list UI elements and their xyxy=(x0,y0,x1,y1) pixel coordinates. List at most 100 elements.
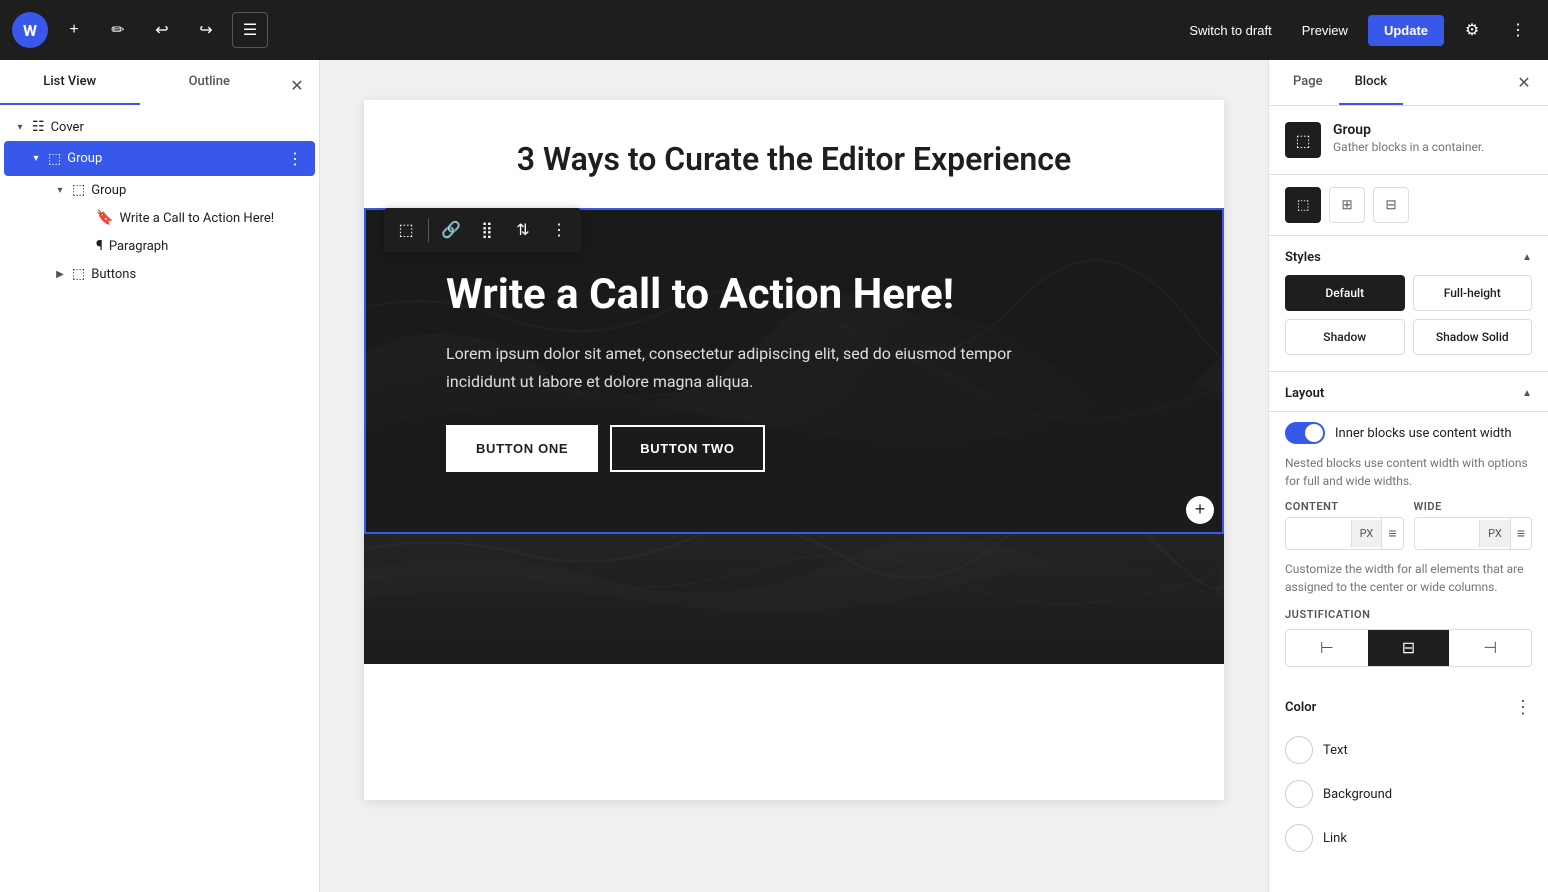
add-block-button[interactable]: + xyxy=(56,12,92,48)
style-icon-row[interactable]: ⊞ xyxy=(1329,187,1365,223)
tab-list-view[interactable]: List View xyxy=(0,60,140,105)
justification-label: JUSTIFICATION xyxy=(1285,608,1532,621)
block-options-button[interactable]: ⋮ xyxy=(541,212,577,248)
style-shadow[interactable]: Shadow xyxy=(1285,319,1405,355)
block-toolbar: ⬚ 🔗 ⣿ ⇅ ⋮ xyxy=(384,208,581,252)
content-width-input[interactable] xyxy=(1286,519,1351,548)
block-type-icon: ⬚ xyxy=(1295,131,1310,150)
block-info-text: Group Gather blocks in a container. xyxy=(1333,122,1484,154)
layout-section: Inner blocks use content width Nested bl… xyxy=(1269,411,1548,683)
close-icon: ✕ xyxy=(290,76,303,96)
link-icon: 🔗 xyxy=(441,220,461,240)
group-icon-btn[interactable]: ⬚ xyxy=(388,212,424,248)
background-color-circle[interactable] xyxy=(1285,780,1313,808)
redo-button[interactable]: ↪ xyxy=(188,12,224,48)
wide-label: WIDE xyxy=(1414,500,1533,513)
content-align-icon[interactable]: ≡ xyxy=(1381,518,1402,549)
link-color-label: Link xyxy=(1323,831,1347,846)
add-icon: + xyxy=(1195,499,1206,520)
tree-item-cover[interactable]: ▾ ☷ Cover xyxy=(4,113,315,141)
justify-center-button[interactable]: ⊟ xyxy=(1368,630,1450,666)
sidebar-close-button[interactable]: ✕ xyxy=(279,68,315,104)
cover-heading[interactable]: Write a Call to Action Here! xyxy=(446,270,1142,320)
style-full-height[interactable]: Full-height xyxy=(1413,275,1533,311)
heading-icon: 🔖 xyxy=(96,210,113,226)
right-sidebar-close[interactable]: ✕ xyxy=(1508,67,1540,99)
tab-outline[interactable]: Outline xyxy=(140,60,280,105)
preview-button[interactable]: Preview xyxy=(1292,17,1358,44)
style-icon-group[interactable]: ⬚ xyxy=(1285,187,1321,223)
close-icon: ✕ xyxy=(1517,73,1530,93)
wide-input-row: PX ≡ xyxy=(1414,517,1533,550)
content-input-row: PX ≡ xyxy=(1285,517,1404,550)
text-color-circle[interactable] xyxy=(1285,736,1313,764)
redo-icon: ↪ xyxy=(199,20,212,40)
tree-label-group1: Group xyxy=(67,151,283,166)
edit-button[interactable]: ✏ xyxy=(100,12,136,48)
tree-item-write-cta[interactable]: ▾ 🔖 Write a Call to Action Here! xyxy=(4,204,315,232)
width-inputs: CONTENT PX ≡ WIDE PX ≡ xyxy=(1285,500,1532,550)
tab-block[interactable]: Block xyxy=(1339,60,1403,105)
lower-cover-block[interactable] xyxy=(364,534,1224,664)
inner-blocks-toggle[interactable] xyxy=(1285,422,1325,444)
add-icon: + xyxy=(69,21,78,39)
buttons-icon: ⬚ xyxy=(72,266,85,282)
canvas-area[interactable]: 3 Ways to Curate the Editor Experience ⬚… xyxy=(320,60,1268,892)
tree-label-cover: Cover xyxy=(51,120,307,135)
drag-handle[interactable]: ⣿ xyxy=(469,212,505,248)
tree-toggle-cover[interactable]: ▾ xyxy=(12,119,28,135)
sidebar-tab-row: List View Outline ✕ xyxy=(0,60,319,105)
link-color-circle[interactable] xyxy=(1285,824,1313,852)
wide-unit: PX xyxy=(1479,520,1510,547)
button-one[interactable]: BUTTON ONE xyxy=(446,425,598,472)
tree-more-group1[interactable]: ⋮ xyxy=(283,147,307,170)
styles-section-header[interactable]: Styles ▲ xyxy=(1269,236,1548,275)
group2-icon: ⬚ xyxy=(72,182,85,198)
style-shadow-solid[interactable]: Shadow Solid xyxy=(1413,319,1533,355)
tree-toggle-group1[interactable]: ▾ xyxy=(28,151,44,167)
layout-section-header[interactable]: Layout ▲ xyxy=(1269,371,1548,411)
page-title[interactable]: 3 Ways to Curate the Editor Experience xyxy=(364,100,1224,208)
list-view-button[interactable]: ☰ xyxy=(232,12,268,48)
tab-page[interactable]: Page xyxy=(1277,60,1339,105)
cover-paragraph[interactable]: Lorem ipsum dolor sit amet, consectetur … xyxy=(446,340,1026,394)
block-info-icon: ⬚ xyxy=(1285,122,1321,158)
justify-left-icon: ⊢ xyxy=(1320,638,1334,658)
settings-icon: ⚙ xyxy=(1465,20,1479,40)
move-up-down[interactable]: ⇅ xyxy=(505,212,541,248)
justify-center-icon: ⊟ xyxy=(1402,638,1415,658)
color-more-button[interactable]: ⋮ xyxy=(1514,697,1532,718)
settings-button[interactable]: ⚙ xyxy=(1454,12,1490,48)
style-icon-stack[interactable]: ⊟ xyxy=(1373,187,1409,223)
color-section: Color ⋮ Text Background Link xyxy=(1269,683,1548,860)
cover-block[interactable]: Write a Call to Action Here! Lorem ipsum… xyxy=(364,208,1224,534)
tree-item-buttons[interactable]: ▶ ⬚ Buttons xyxy=(4,260,315,288)
block-style-icons: ⬚ ⊞ ⊟ xyxy=(1269,175,1548,236)
inner-blocks-label: Inner blocks use content width xyxy=(1335,426,1512,441)
tree: ▾ ☷ Cover ▾ ⬚ Group ⋮ ▾ ⬚ Group ▾ 🔖 Writ xyxy=(0,105,319,296)
group1-icon: ⬚ xyxy=(48,151,61,167)
undo-button[interactable]: ↩ xyxy=(144,12,180,48)
tree-item-paragraph[interactable]: ▾ ¶ Paragraph xyxy=(4,232,315,260)
switch-to-draft-button[interactable]: Switch to draft xyxy=(1179,17,1281,44)
justify-left-button[interactable]: ⊢ xyxy=(1286,630,1368,666)
tree-label-paragraph: Paragraph xyxy=(109,239,307,254)
tree-toggle-group2[interactable]: ▾ xyxy=(52,182,68,198)
update-button[interactable]: Update xyxy=(1368,15,1444,46)
cover-add-button[interactable]: + xyxy=(1186,496,1214,524)
wide-align-icon[interactable]: ≡ xyxy=(1510,518,1531,549)
more-options-button[interactable]: ⋮ xyxy=(1500,12,1536,48)
drag-icon: ⣿ xyxy=(481,220,493,240)
tree-item-group1[interactable]: ▾ ⬚ Group ⋮ xyxy=(4,141,315,176)
style-default[interactable]: Default xyxy=(1285,275,1405,311)
width-desc: Customize the width for all elements tha… xyxy=(1285,560,1532,596)
tree-toggle-buttons[interactable]: ▶ xyxy=(52,266,68,282)
link-btn[interactable]: 🔗 xyxy=(433,212,469,248)
wordpress-logo[interactable]: W xyxy=(12,12,48,48)
wide-width-input[interactable] xyxy=(1415,519,1480,548)
justify-right-button[interactable]: ⊣ xyxy=(1449,630,1531,666)
button-two[interactable]: BUTTON TWO xyxy=(610,425,764,472)
tree-item-group2[interactable]: ▾ ⬚ Group xyxy=(4,176,315,204)
more-icon: ⋮ xyxy=(1510,20,1526,40)
color-section-title: Color xyxy=(1285,700,1316,715)
